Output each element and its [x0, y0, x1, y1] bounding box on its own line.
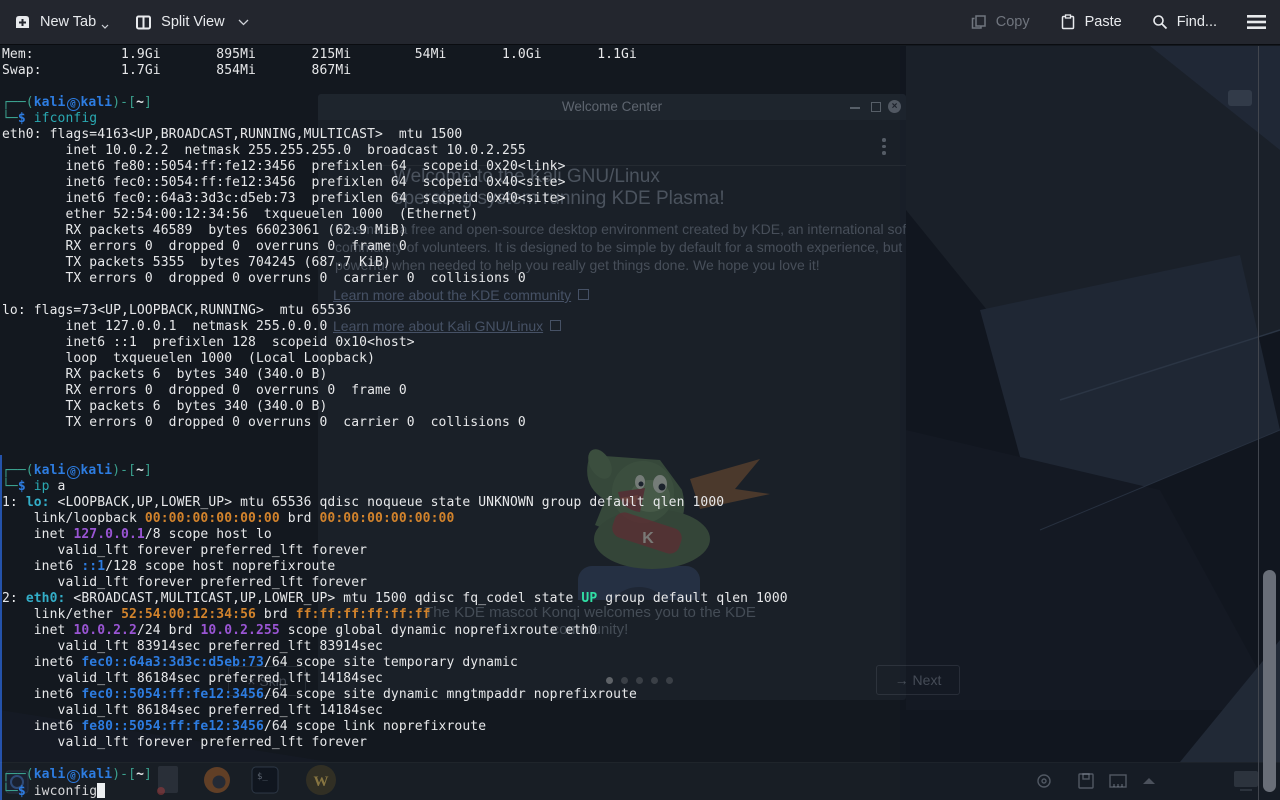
terminal-line-41: valid_lft 86184sec preferred_lft 14184se…	[2, 703, 788, 719]
maximize-icon	[871, 102, 881, 112]
desktop-widget-icon	[1228, 90, 1252, 106]
scrollbar-thumb[interactable]	[1263, 570, 1276, 792]
find-label: Find...	[1177, 14, 1217, 30]
circled-at-glyph: @	[67, 466, 80, 479]
terminal-output[interactable]: Mem: 1.9Gi 895Mi 215Mi 54Mi 1.0Gi 1.1GiS…	[2, 47, 788, 799]
terminal-line-37: valid_lft 83914sec preferred_lft 83914se…	[2, 639, 788, 655]
terminal-line-15	[2, 287, 788, 303]
terminal-line-42: inet6 fe80::5054:ff:fe12:3456/64 scope l…	[2, 719, 788, 735]
paste-label: Paste	[1085, 14, 1122, 30]
terminal-line-40: inet6 fec0::5054:ff:fe12:3456/64 scope s…	[2, 687, 788, 703]
new-tab-label: New Tab	[40, 14, 96, 30]
terminal-line-27: └─$ ip a	[2, 479, 788, 495]
split-view-label: Split View	[161, 14, 224, 30]
terminal-line-13: TX packets 5355 bytes 704245 (687.7 KiB)	[2, 255, 788, 271]
copy-icon	[971, 14, 987, 30]
terminal-line-2	[2, 79, 788, 95]
minimize-icon	[850, 107, 860, 109]
find-button[interactable]: Find...	[1152, 14, 1217, 30]
scrollbar-track-line	[1258, 46, 1259, 800]
kebab-menu-icon	[882, 138, 886, 158]
terminal-line-11: RX packets 46589 bytes 66023061 (62.9 Mi…	[2, 223, 788, 239]
terminal-line-6: inet 10.0.2.2 netmask 255.255.255.0 broa…	[2, 143, 788, 159]
terminal-line-10: ether 52:54:00:12:34:56 txqueuelen 1000 …	[2, 207, 788, 223]
new-tab-icon	[14, 14, 31, 31]
terminal-line-46: └─$ iwconfig	[2, 783, 788, 799]
terminal-line-1: Swap: 1.7Gi 854Mi 867Mi	[2, 63, 788, 79]
terminal-line-0: Mem: 1.9Gi 895Mi 215Mi 54Mi 1.0Gi 1.1Gi	[2, 47, 788, 63]
terminal-line-24	[2, 431, 788, 447]
terminal-line-14: TX errors 0 dropped 0 overruns 0 carrier…	[2, 271, 788, 287]
terminal-line-28: 1: lo: <LOOPBACK,UP,LOWER_UP> mtu 65536 …	[2, 495, 788, 511]
terminal-line-33: valid_lft forever preferred_lft forever	[2, 575, 788, 591]
split-view-button[interactable]: Split View	[135, 14, 248, 31]
terminal-line-19: loop txqueuelen 1000 (Local Loopback)	[2, 351, 788, 367]
terminal-line-4: └─$ ifconfig	[2, 111, 788, 127]
copy-label: Copy	[996, 14, 1030, 30]
terminal-toolbar: New Tab Split View Copy	[0, 0, 1280, 45]
split-view-dropdown-icon	[238, 19, 249, 26]
terminal-line-45: ┌──(kali@kali)-[~]	[2, 767, 788, 783]
terminal-line-25	[2, 447, 788, 463]
circled-at-glyph: @	[67, 770, 80, 783]
terminal-line-20: RX packets 6 bytes 340 (340.0 B)	[2, 367, 788, 383]
terminal-line-8: inet6 fec0::5054:ff:fe12:3456 prefixlen …	[2, 175, 788, 191]
split-view-icon	[135, 14, 152, 31]
terminal-line-35: link/ether 52:54:00:12:34:56 brd ff:ff:f…	[2, 607, 788, 623]
terminal-line-3: ┌──(kali@kali)-[~]	[2, 95, 788, 111]
terminal-line-16: lo: flags=73<UP,LOOPBACK,RUNNING> mtu 65…	[2, 303, 788, 319]
terminal-line-22: TX packets 6 bytes 340 (340.0 B)	[2, 399, 788, 415]
hamburger-menu-icon[interactable]	[1247, 14, 1266, 30]
close-icon: ×	[888, 100, 901, 113]
terminal-line-38: inet6 fec0::64a3:3d3c:d5eb:73/64 scope s…	[2, 655, 788, 671]
new-tab-button[interactable]: New Tab	[14, 14, 109, 31]
terminal-line-12: RX errors 0 dropped 0 overruns 0 frame 0	[2, 239, 788, 255]
circled-at-glyph: @	[67, 98, 80, 111]
paste-button[interactable]: Paste	[1060, 14, 1122, 30]
terminal-line-34: 2: eth0: <BROADCAST,MULTICAST,UP,LOWER_U…	[2, 591, 788, 607]
terminal-line-36: inet 10.0.2.2/24 brd 10.0.2.255 scope gl…	[2, 623, 788, 639]
terminal-line-7: inet6 fe80::5054:ff:fe12:3456 prefixlen …	[2, 159, 788, 175]
terminal-line-31: valid_lft forever preferred_lft forever	[2, 543, 788, 559]
paste-icon	[1060, 14, 1076, 30]
terminal-line-18: inet6 ::1 prefixlen 128 scopeid 0x10<hos…	[2, 335, 788, 351]
terminal-line-26: ┌──(kali@kali)-[~]	[2, 463, 788, 479]
terminal-line-30: inet 127.0.0.1/8 scope host lo	[2, 527, 788, 543]
terminal-line-44	[2, 751, 788, 767]
search-icon	[1152, 14, 1168, 30]
next-button: → Next	[876, 665, 960, 695]
terminal-line-17: inet 127.0.0.1 netmask 255.0.0.0	[2, 319, 788, 335]
terminal-line-9: inet6 fec0::64a3:3d3c:d5eb:73 prefixlen …	[2, 191, 788, 207]
screen: Welcome Center × Welcome to the Kali GNU…	[0, 0, 1280, 800]
terminal-line-43: valid_lft forever preferred_lft forever	[2, 735, 788, 751]
terminal-line-23: TX errors 0 dropped 0 overruns 0 carrier…	[2, 415, 788, 431]
terminal-line-32: inet6 ::1/128 scope host noprefixroute	[2, 559, 788, 575]
system-tray-icons	[1030, 763, 1160, 800]
terminal-line-21: RX errors 0 dropped 0 overruns 0 frame 0	[2, 383, 788, 399]
terminal-line-5: eth0: flags=4163<UP,BROADCAST,RUNNING,MU…	[2, 127, 788, 143]
copy-button[interactable]: Copy	[971, 14, 1030, 30]
terminal-cursor	[97, 783, 105, 798]
terminal-line-29: link/loopback 00:00:00:00:00:00 brd 00:0…	[2, 511, 788, 527]
new-tab-dropdown-icon	[101, 24, 109, 29]
terminal-line-39: valid_lft 86184sec preferred_lft 14184se…	[2, 671, 788, 687]
